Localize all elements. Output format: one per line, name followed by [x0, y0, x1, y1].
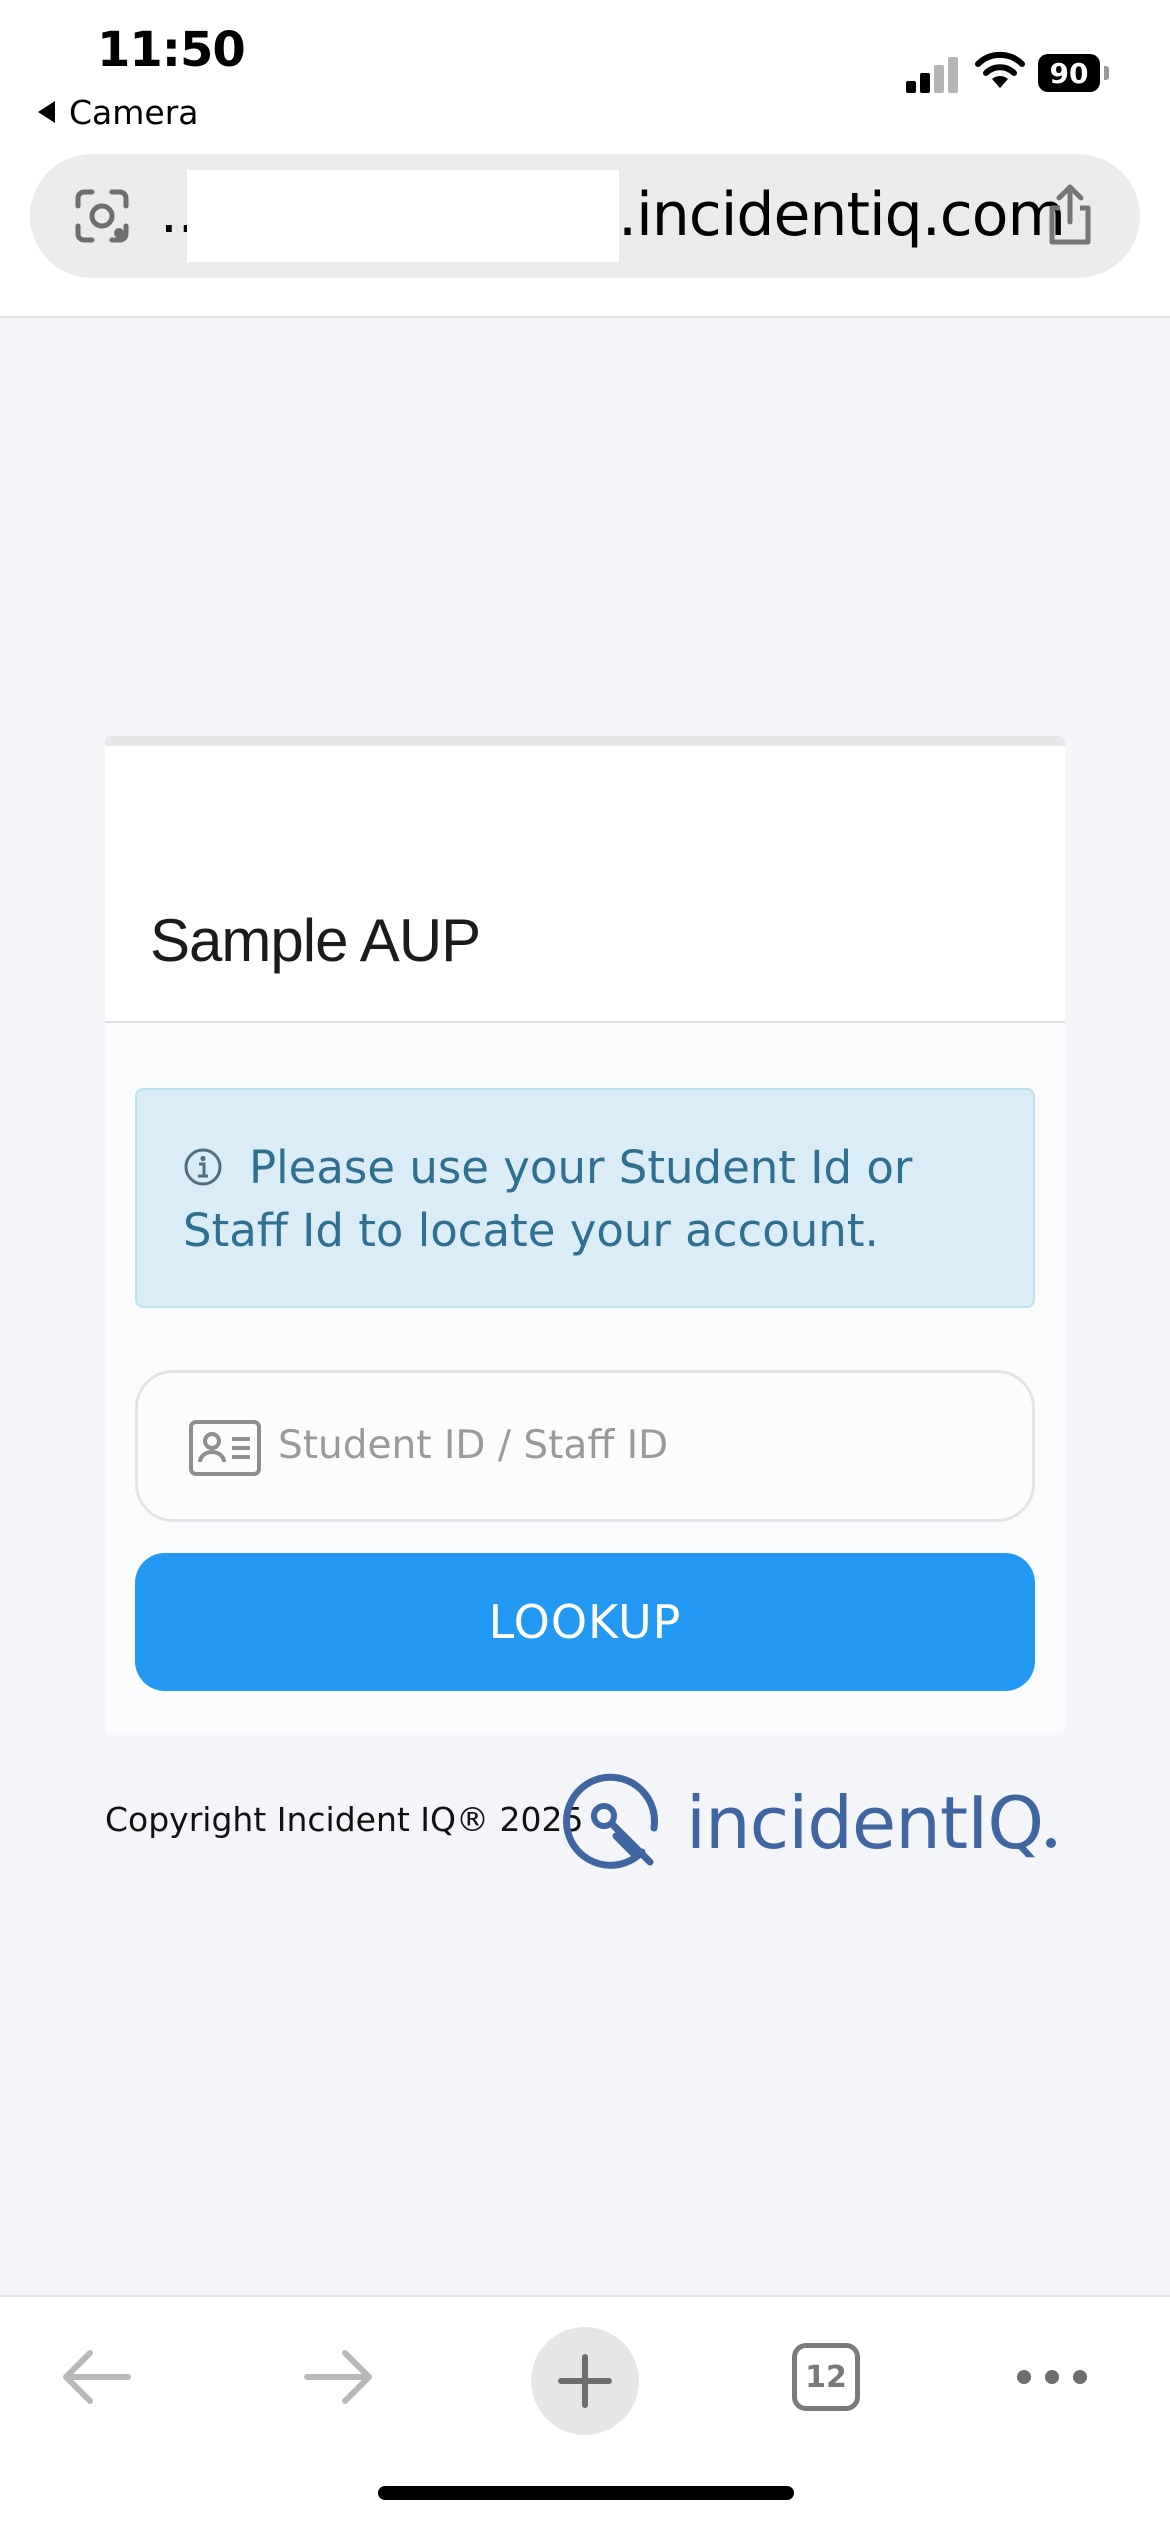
- home-indicator: [378, 2486, 794, 2500]
- tabs-button[interactable]: 12: [792, 2343, 860, 2411]
- cellular-signal-icon: [906, 55, 958, 93]
- info-alert: Please use your Student Id or Staff Id t…: [135, 1088, 1035, 1308]
- brand-trademark-dot: [1046, 1838, 1056, 1848]
- info-icon: [184, 1148, 222, 1186]
- plus-icon: [558, 2354, 612, 2408]
- arrow-right-icon[interactable]: [303, 2347, 375, 2407]
- incidentiq-logo-mark: [563, 1773, 658, 1869]
- id-input-placeholder[interactable]: Student ID / Staff ID: [278, 1423, 668, 1468]
- page-title: Sample AUP: [150, 907, 481, 974]
- url-redaction: [187, 170, 619, 262]
- camera-lens-icon[interactable]: [70, 184, 134, 248]
- id-card-icon: [189, 1420, 261, 1476]
- new-tab-button[interactable]: [531, 2327, 639, 2435]
- back-triangle-icon: [38, 101, 55, 123]
- back-to-app-link[interactable]: Camera: [38, 92, 199, 132]
- wifi-icon: [975, 51, 1025, 88]
- back-app-label: Camera: [69, 92, 199, 132]
- battery-indicator: 90: [1038, 54, 1100, 92]
- brand-logo-text: incidentIQ: [686, 1781, 1044, 1865]
- more-icon[interactable]: [1016, 2367, 1088, 2387]
- lookup-card: Sample AUP Please use your Student Id or…: [105, 736, 1065, 1735]
- address-bar[interactable]: .. .incidentiq.com: [30, 154, 1140, 278]
- arrow-left-icon[interactable]: [60, 2347, 132, 2407]
- status-time: 11:50: [97, 22, 246, 78]
- student-staff-id-input[interactable]: Student ID / Staff ID: [135, 1370, 1035, 1522]
- battery-nub: [1104, 66, 1109, 80]
- copyright-text: Copyright Incident IQ® 2025: [105, 1800, 584, 1839]
- info-message: Please use your Student Id or Staff Id t…: [183, 1141, 913, 1257]
- browser-top-chrome: 11:50 Camera 90 .. .incidentiq.com: [0, 0, 1170, 318]
- lookup-button[interactable]: LOOKUP: [135, 1553, 1035, 1691]
- share-icon[interactable]: [1040, 182, 1100, 248]
- card-header: Sample AUP: [105, 736, 1065, 1023]
- url-domain: .incidentiq.com: [618, 180, 1066, 250]
